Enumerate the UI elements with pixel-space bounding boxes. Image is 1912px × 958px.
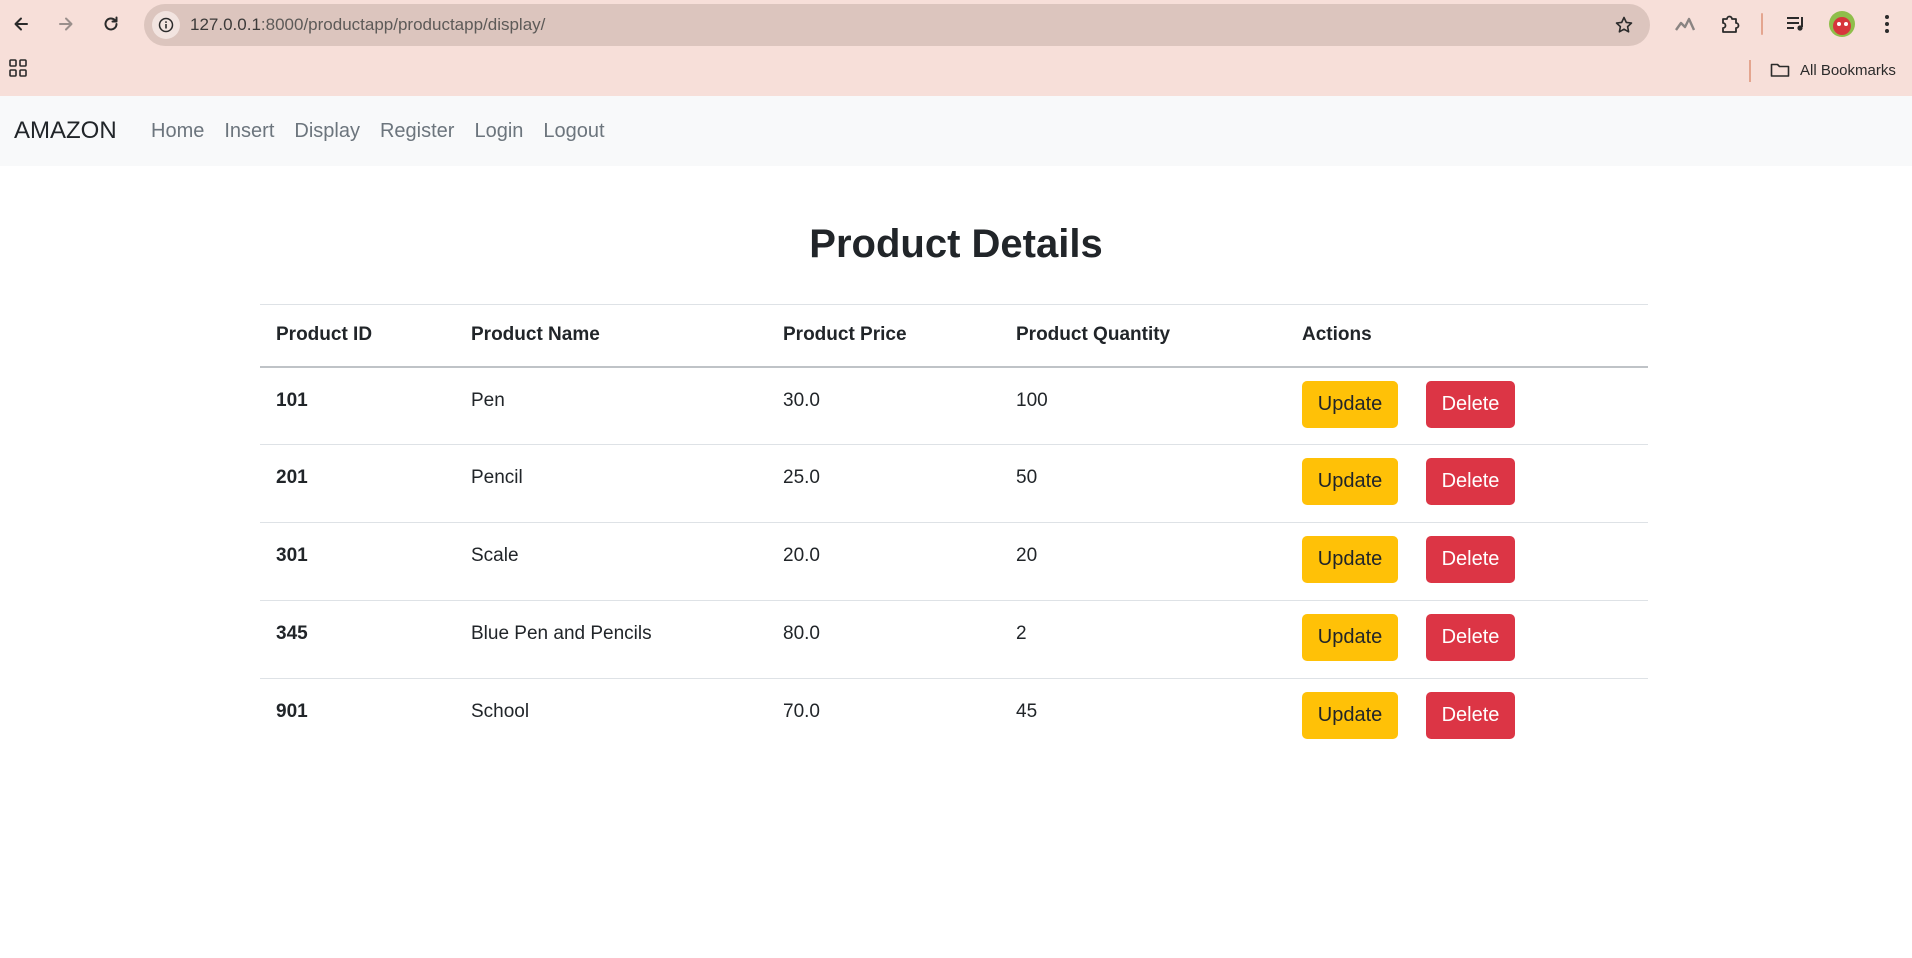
update-button[interactable]: Update [1302,692,1398,739]
address-bar[interactable]: 127.0.0.1:8000/productapp/productapp/dis… [144,4,1650,46]
column-header-actions: Actions [1286,304,1648,368]
column-header-product-quantity: Product Quantity [1000,304,1286,368]
product-quantity-cell: 2 [1000,600,1286,679]
update-button[interactable]: Update [1302,458,1398,505]
table-header-row: Product ID Product Name Product Price Pr… [260,304,1648,368]
update-button[interactable]: Update [1302,536,1398,583]
brand-logo[interactable]: AMAZON [14,96,117,166]
all-bookmarks-label: All Bookmarks [1800,61,1896,79]
table-row: 301 Scale 20.0 20 Update Delete [260,522,1648,601]
delete-button[interactable]: Delete [1426,692,1515,739]
table-row: 901 School 70.0 45 Update Delete [260,679,1648,757]
product-id-cell: 301 [260,522,455,601]
actions-cell: Update Delete [1286,444,1648,523]
product-id-cell: 101 [260,366,455,445]
forward-arrow-icon [59,17,73,31]
toolbar-divider [1761,13,1763,35]
nav-link-register[interactable]: Register [370,120,464,143]
site-info-icon[interactable] [152,11,180,39]
url-path: :8000/productapp/productapp/display/ [260,15,546,34]
product-name-cell: Scale [455,522,767,601]
product-id-cell: 201 [260,444,455,523]
nav-link-logout[interactable]: Logout [533,120,614,143]
media-controls-icon[interactable] [1782,10,1810,38]
product-price-cell: 30.0 [767,366,1000,445]
delete-button[interactable]: Delete [1426,614,1515,661]
table-row: 201 Pencil 25.0 50 Update Delete [260,444,1648,523]
product-name-cell: Blue Pen and Pencils [455,600,767,679]
bookmark-star-icon[interactable] [1612,13,1636,37]
product-name-cell: Pen [455,366,767,445]
actions-cell: Update Delete [1286,366,1648,445]
forward-button[interactable] [50,8,82,40]
nav-link-login[interactable]: Login [464,120,533,143]
product-id-cell: 901 [276,701,308,722]
product-price-cell: 70.0 [783,701,820,722]
product-name-cell: School [471,701,530,722]
site-navbar: AMAZON Home Insert Display Register Logi… [0,96,1912,166]
reload-icon [104,16,118,31]
product-id-cell: 345 [260,600,455,679]
extensions-icon[interactable] [1716,10,1744,38]
product-quantity-cell: 45 [1016,701,1038,722]
update-button[interactable]: Update [1302,380,1398,428]
actions-cell: Update Delete [1286,600,1648,679]
menu-dots-icon[interactable] [1873,10,1901,38]
bookmarks-bar [0,48,1912,96]
table-row: 345 Blue Pen and Pencils 80.0 2 Update De… [260,600,1648,679]
column-header-product-id: Product ID [260,304,455,368]
column-header-product-name: Product Name [455,304,767,368]
product-quantity-cell: 20 [1000,522,1286,601]
product-price-cell: 25.0 [767,444,1000,523]
url-text[interactable]: 127.0.0.1:8000/productapp/productapp/dis… [190,4,545,46]
product-name-cell: Pencil [455,444,767,523]
nav-link-home[interactable]: Home [141,120,214,143]
nav-links: Home Insert Display Register Login Logou… [141,96,615,166]
column-header-product-price: Product Price [767,304,1000,368]
actions-cell: Update Delete [1286,522,1648,601]
page-title: Product Details [809,222,1103,266]
delete-button[interactable]: Delete [1426,536,1515,583]
back-arrow-icon [14,17,28,31]
product-price-cell: 20.0 [767,522,1000,601]
all-bookmarks-button[interactable]: All Bookmarks [1770,58,1896,82]
nav-link-insert[interactable]: Insert [214,120,284,143]
browser-toolbar: 127.0.0.1:8000/productapp/productapp/dis… [0,0,1912,48]
reload-button[interactable] [95,8,127,40]
apps-grid-icon[interactable] [8,58,28,78]
product-quantity-cell: 100 [1000,366,1286,445]
bookmarks-divider [1749,60,1751,82]
profile-avatar[interactable] [1829,11,1855,37]
delete-button[interactable]: Delete [1426,380,1515,428]
folder-icon [1770,63,1790,77]
delete-button[interactable]: Delete [1426,458,1515,505]
url-host: 127.0.0.1 [190,15,261,34]
back-button[interactable] [5,8,37,40]
performance-icon[interactable] [1671,10,1699,38]
product-quantity-cell: 50 [1000,444,1286,523]
product-table: Product ID Product Name Product Price Pr… [260,304,1648,757]
update-button[interactable]: Update [1302,614,1398,661]
nav-link-display[interactable]: Display [284,120,370,143]
actions-cell: Update Delete [1286,679,1648,757]
table-row: 101 Pen 30.0 100 Update Delete [260,366,1648,445]
product-price-cell: 80.0 [767,600,1000,679]
